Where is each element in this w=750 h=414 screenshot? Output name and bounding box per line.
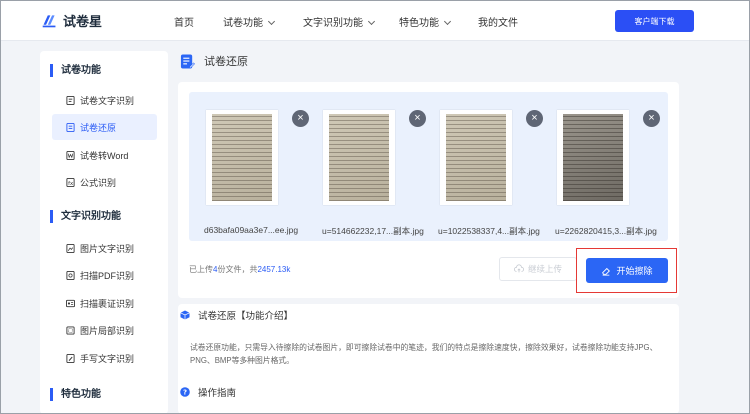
- start-erase-button[interactable]: 开始擦除: [586, 258, 668, 283]
- sidebar-item-image-ocr[interactable]: 图片文字识别: [52, 235, 157, 261]
- logo[interactable]: 试卷星: [41, 11, 102, 30]
- sidebar-item-label: 扫描裹证识别: [80, 298, 135, 309]
- nav-my-files-label: 我的文件: [478, 18, 518, 29]
- close-icon: ×: [531, 112, 538, 124]
- sidebar-item-handwriting-ocr[interactable]: 手写文字识别: [52, 345, 157, 371]
- file-name: u=1022538337,4...副本.jpg: [438, 226, 540, 236]
- sidebar-item-label: 扫描PDF识别: [80, 270, 135, 281]
- guide-title-text: 操作指南: [198, 388, 237, 399]
- sidebar-item-label: 公式识别: [80, 177, 117, 188]
- sidebar-section-title: 特色功能: [50, 388, 101, 401]
- image-text-icon: [66, 243, 75, 253]
- cloud-upload-icon: [513, 264, 524, 273]
- remove-file-button[interactable]: ×: [526, 110, 543, 127]
- sidebar: 试卷功能 试卷文字识别 试卷还原 试卷转Word fx 公式识别 文字识别功能 …: [40, 51, 168, 414]
- sidebar-item-exam-ocr[interactable]: 试卷文字识别: [52, 87, 157, 113]
- file-thumbnail[interactable]: [323, 110, 395, 205]
- file-thumbnail[interactable]: [206, 110, 278, 205]
- nav-special-functions[interactable]: 特色功能: [399, 14, 452, 29]
- client-download-button[interactable]: 客户端下载: [615, 10, 694, 32]
- upload-info-prefix: 已上传: [189, 265, 213, 274]
- sidebar-section-title: 试卷功能: [50, 64, 101, 77]
- cube-icon: [180, 310, 190, 320]
- pdf-icon: [66, 270, 75, 280]
- sidebar-section-title: 文字识别功能: [50, 210, 121, 223]
- chevron-down-icon: [367, 17, 376, 26]
- sidebar-item-pdf-ocr[interactable]: 扫描PDF识别: [52, 262, 157, 288]
- page-title-text: 试卷还原: [204, 56, 248, 68]
- intro-title: 试卷还原【功能介绍】: [180, 308, 293, 322]
- remove-file-button[interactable]: ×: [409, 110, 426, 127]
- svg-text:fx: fx: [68, 180, 73, 186]
- nav-ocr-functions[interactable]: 文字识别功能: [303, 14, 376, 29]
- sidebar-item-exam-to-word[interactable]: 试卷转Word: [52, 142, 157, 168]
- help-icon: ?: [180, 387, 190, 397]
- exam-paper-image: [446, 114, 506, 201]
- nav-exam-functions[interactable]: 试卷功能: [223, 14, 276, 29]
- word-icon: [66, 150, 75, 160]
- id-card-icon: [66, 299, 75, 307]
- sidebar-item-label: 试卷还原: [80, 122, 117, 133]
- handwriting-icon: [66, 353, 75, 363]
- remove-file-button[interactable]: ×: [643, 110, 660, 127]
- sidebar-item-formula-ocr[interactable]: fx 公式识别: [52, 169, 157, 195]
- chevron-down-icon: [443, 17, 452, 26]
- nav-special-functions-label: 特色功能: [399, 18, 439, 29]
- sidebar-item-exam-restore[interactable]: 试卷还原: [52, 114, 157, 140]
- sidebar-item-id-card-ocr[interactable]: 扫描裹证识别: [52, 290, 157, 316]
- formula-icon: fx: [66, 177, 75, 187]
- upload-panel: × d63bafa09aa3e7...ee.jpg × u=514662232,…: [178, 82, 679, 298]
- eraser-icon: [602, 267, 611, 276]
- file-thumbnail[interactable]: [440, 110, 512, 205]
- sidebar-item-label: 手写文字识别: [80, 353, 135, 364]
- doc-restore-icon: [66, 122, 75, 132]
- doc-text-icon: [66, 95, 75, 105]
- file-name: u=2262820415,3...副本.jpg: [555, 226, 657, 236]
- sidebar-item-label: 试卷文字识别: [80, 95, 135, 106]
- upload-info-middle: 份文件，共: [217, 265, 258, 274]
- upload-total-size: 2457.13k: [257, 265, 291, 274]
- close-icon: ×: [414, 112, 421, 124]
- upload-info: 已上传4份文件，共2457.13k: [189, 264, 290, 275]
- exam-paper-image: [563, 114, 623, 201]
- close-icon: ×: [297, 112, 304, 124]
- nav-my-files[interactable]: 我的文件: [478, 14, 518, 29]
- file-name: u=514662232,17...副本.jpg: [322, 226, 424, 236]
- exam-paper-image: [329, 114, 389, 201]
- file-thumbnail[interactable]: [557, 110, 629, 205]
- nav-home[interactable]: 首页: [174, 14, 194, 29]
- upload-area[interactable]: × d63bafa09aa3e7...ee.jpg × u=514662232,…: [189, 92, 668, 241]
- nav-home-label: 首页: [174, 18, 194, 29]
- start-erase-label: 开始擦除: [616, 266, 653, 276]
- logo-text: 试卷星: [63, 14, 103, 29]
- intro-title-text: 试卷还原【功能介绍】: [198, 311, 294, 322]
- intro-panel: 试卷还原【功能介绍】 试卷还原功能，只需导入待擦除的试卷图片，即可擦除试卷中的笔…: [178, 304, 679, 414]
- page-title: 试卷还原: [180, 53, 248, 69]
- doc-restore-icon: [180, 53, 195, 69]
- intro-text: 试卷还原功能，只需导入待擦除的试卷图片，即可擦除试卷中的笔迹，我们的特点是擦除速…: [190, 343, 658, 365]
- file-name: d63bafa09aa3e7...ee.jpg: [204, 225, 299, 235]
- sidebar-item-image-crop-ocr[interactable]: 图片局部识别: [52, 317, 157, 343]
- continue-upload-button[interactable]: 继续上传: [499, 257, 577, 281]
- nav-exam-functions-label: 试卷功能: [223, 18, 263, 29]
- sidebar-item-label: 试卷转Word: [80, 150, 129, 161]
- top-header: 试卷星 首页 试卷功能 文字识别功能 特色功能 我的文件 客户端下载: [1, 1, 749, 41]
- sidebar-item-label: 图片文字识别: [80, 243, 135, 254]
- guide-title: ? 操作指南: [180, 385, 236, 399]
- sidebar-item-label: 图片局部识别: [80, 325, 135, 336]
- logo-icon: [42, 15, 56, 28]
- nav-ocr-functions-label: 文字识别功能: [303, 18, 363, 29]
- exam-paper-image: [212, 114, 272, 201]
- close-icon: ×: [648, 112, 655, 124]
- svg-text:?: ?: [183, 389, 187, 397]
- continue-upload-label: 继续上传: [527, 264, 562, 274]
- chevron-down-icon: [267, 17, 276, 26]
- remove-file-button[interactable]: ×: [292, 110, 309, 127]
- image-crop-icon: [66, 325, 75, 335]
